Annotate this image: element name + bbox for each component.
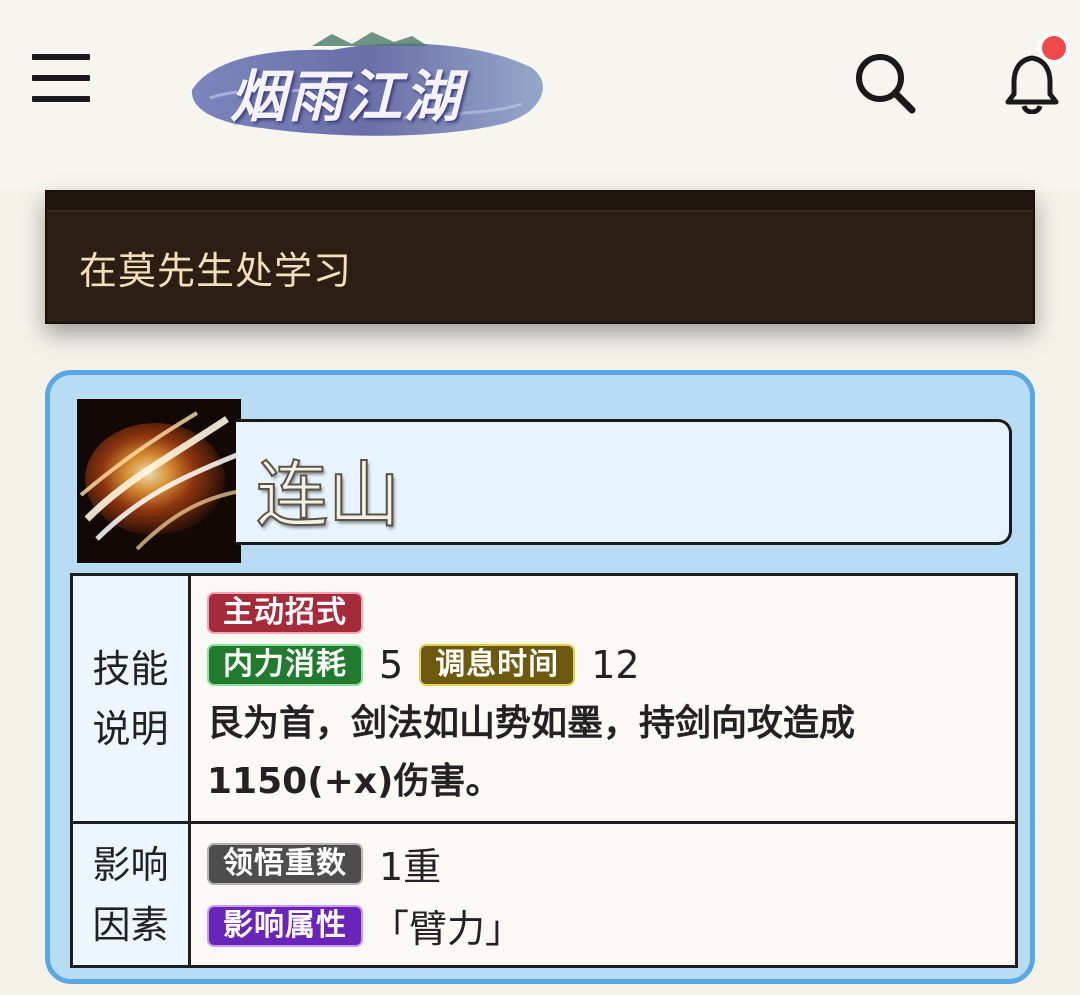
comprehension-level-value: 1重 xyxy=(379,845,442,889)
table-row: 影响 因素 领悟重数 1重 影响属性 「臂力」 xyxy=(70,821,1018,968)
skill-desc-content: 主动招式 内力消耗 5 调息时间 12 艮为首，剑法如山势如墨，持剑向攻造成11… xyxy=(188,573,1018,824)
affected-attribute-tag: 影响属性 xyxy=(207,904,363,947)
skill-info-table: 技能 说明 主动招式 内力消耗 5 调息时间 12 艮为首，剑法如山势如墨，持剑… xyxy=(70,573,1018,968)
active-move-tag: 主动招式 xyxy=(207,591,363,634)
cooldown-tag: 调息时间 xyxy=(419,643,576,686)
skill-description: 艮为首，剑法如山势如墨，持剑向攻造成1150(+x)伤害。 xyxy=(207,702,856,802)
inner-force-cost-value: 5 xyxy=(379,642,404,687)
skill-card: 连山 技能 说明 主动招式 内力消耗 5 调息时间 12 艮为首，剑法如山势如墨… xyxy=(45,370,1035,984)
label-line: 因素 xyxy=(92,902,169,947)
source-banner: 在莫先生处学习 xyxy=(45,190,1035,324)
top-bar: 烟雨江湖 xyxy=(0,0,1080,190)
site-logo[interactable]: 烟雨江湖 xyxy=(182,28,552,144)
search-icon[interactable] xyxy=(852,50,918,116)
banner-header-strip xyxy=(47,192,1033,212)
cooldown-value: 12 xyxy=(591,642,640,687)
inner-force-cost-tag: 内力消耗 xyxy=(207,643,363,686)
label-line: 说明 xyxy=(92,706,169,751)
source-text: 在莫先生处学习 xyxy=(79,249,353,293)
influence-factors-label: 影响 因素 xyxy=(70,821,191,968)
menu-icon[interactable] xyxy=(32,54,90,102)
logo-text: 烟雨江湖 xyxy=(230,64,462,130)
influence-factors-content: 领悟重数 1重 影响属性 「臂力」 xyxy=(188,821,1018,968)
notification-dot xyxy=(1038,32,1070,64)
comprehension-level-tag: 领悟重数 xyxy=(207,842,363,885)
skill-name: 连山 xyxy=(255,452,401,538)
label-line: 影响 xyxy=(92,842,169,887)
notification-bell-icon[interactable] xyxy=(1000,28,1080,115)
table-row: 技能 说明 主动招式 内力消耗 5 调息时间 12 艮为首，剑法如山势如墨，持剑… xyxy=(70,573,1018,824)
skill-desc-label: 技能 说明 xyxy=(70,573,191,824)
skill-icon xyxy=(77,399,241,563)
affected-attribute-value: 「臂力」 xyxy=(371,907,524,951)
skill-title-box: 连山 xyxy=(236,419,1012,545)
label-line: 技能 xyxy=(92,646,169,691)
